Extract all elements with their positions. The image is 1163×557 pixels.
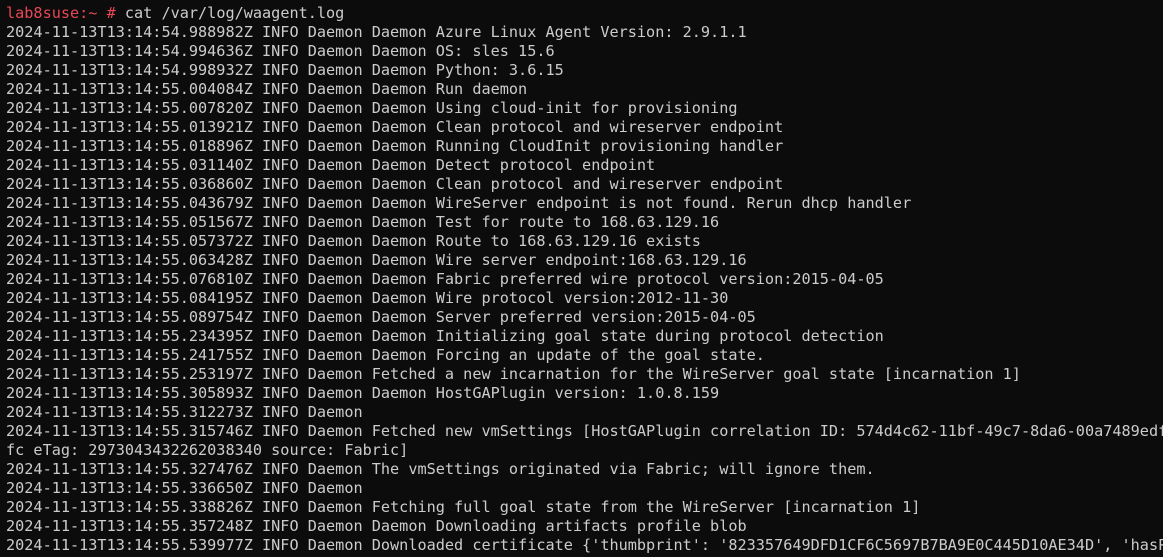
prompt-command: cat /var/log/waagent.log bbox=[115, 4, 345, 22]
log-line: 2024-11-13T13:14:55.013921Z INFO Daemon … bbox=[6, 118, 784, 136]
log-line: 2024-11-13T13:14:54.988982Z INFO Daemon … bbox=[6, 23, 747, 41]
log-line: 2024-11-13T13:14:55.036860Z INFO Daemon … bbox=[6, 175, 784, 193]
log-line: 2024-11-13T13:14:54.998932Z INFO Daemon … bbox=[6, 61, 564, 79]
log-line: 2024-11-13T13:14:55.357248Z INFO Daemon … bbox=[6, 517, 747, 535]
log-line: 2024-11-13T13:14:55.018896Z INFO Daemon … bbox=[6, 137, 784, 155]
log-line: 2024-11-13T13:14:55.253197Z INFO Daemon … bbox=[6, 365, 1021, 383]
log-line: 2024-11-13T13:14:55.057372Z INFO Daemon … bbox=[6, 232, 701, 250]
log-line: 2024-11-13T13:14:55.043679Z INFO Daemon … bbox=[6, 194, 912, 212]
log-line: 2024-11-13T13:14:55.007820Z INFO Daemon … bbox=[6, 99, 738, 117]
log-line: 2024-11-13T13:14:55.539977Z INFO Daemon … bbox=[6, 536, 1163, 554]
log-line: 2024-11-13T13:14:55.031140Z INFO Daemon … bbox=[6, 156, 656, 174]
log-line: 2024-11-13T13:14:55.315746Z INFO Daemon … bbox=[6, 422, 1163, 440]
log-line: 2024-11-13T13:14:55.076810Z INFO Daemon … bbox=[6, 270, 884, 288]
log-line: 2024-11-13T13:14:55.241755Z INFO Daemon … bbox=[6, 346, 765, 364]
log-line: 2024-11-13T13:14:55.051567Z INFO Daemon … bbox=[6, 213, 720, 231]
log-line: 2024-11-13T13:14:55.089754Z INFO Daemon … bbox=[6, 308, 756, 326]
terminal-window[interactable]: lab8suse:~ # cat /var/log/waagent.log 20… bbox=[0, 0, 1163, 557]
log-line: 2024-11-13T13:14:54.994636Z INFO Daemon … bbox=[6, 42, 555, 60]
log-line: 2024-11-13T13:14:55.234395Z INFO Daemon … bbox=[6, 327, 884, 345]
log-line: 2024-11-13T13:14:55.084195Z INFO Daemon … bbox=[6, 289, 729, 307]
log-line: 2024-11-13T13:14:55.004084Z INFO Daemon … bbox=[6, 80, 528, 98]
log-line: 2024-11-13T13:14:55.305893Z INFO Daemon … bbox=[6, 384, 720, 402]
log-line-wrapped: fc eTag: 2973043432262038340 source: Fab… bbox=[6, 441, 409, 459]
log-line: 2024-11-13T13:14:55.312273Z INFO Daemon bbox=[6, 403, 363, 421]
log-line: 2024-11-13T13:14:55.338826Z INFO Daemon … bbox=[6, 498, 921, 516]
prompt-host: lab8suse:~ # bbox=[6, 4, 116, 22]
log-line: 2024-11-13T13:14:55.327476Z INFO Daemon … bbox=[6, 460, 875, 478]
log-line: 2024-11-13T13:14:55.336650Z INFO Daemon bbox=[6, 479, 363, 497]
prompt-line: lab8suse:~ # cat /var/log/waagent.log bbox=[6, 4, 1163, 23]
log-line: 2024-11-13T13:14:55.063428Z INFO Daemon … bbox=[6, 251, 747, 269]
